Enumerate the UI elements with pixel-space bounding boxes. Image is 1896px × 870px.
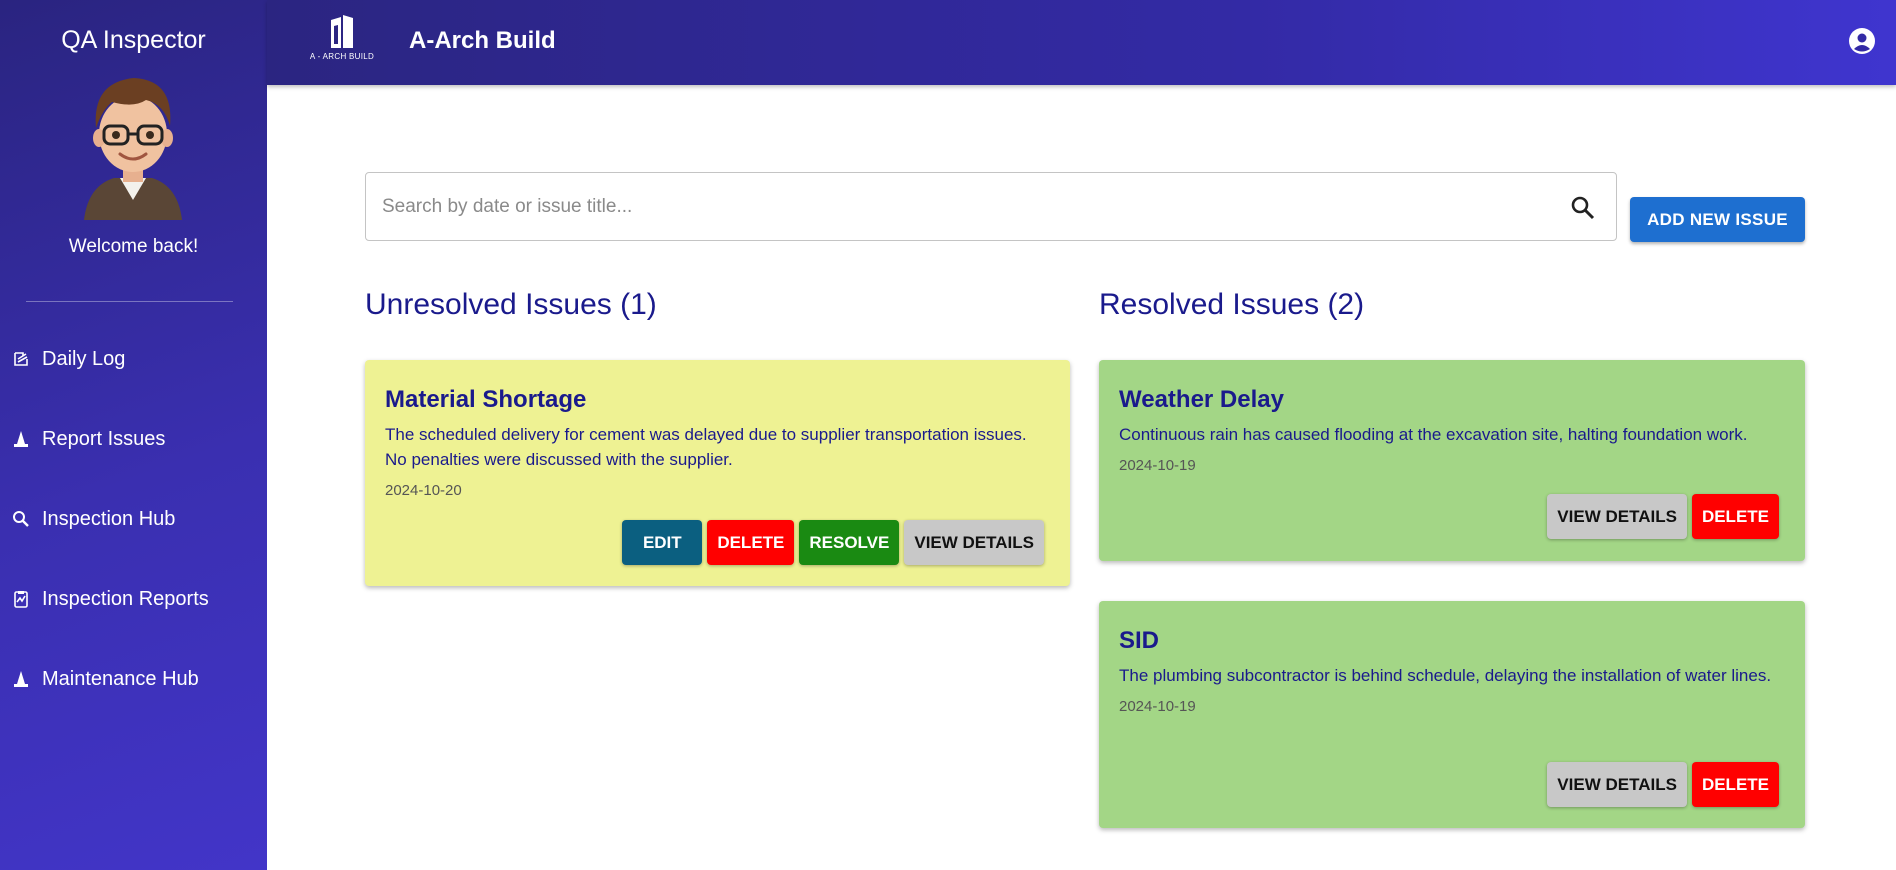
- sidebar-item-label: Inspection Hub: [42, 507, 176, 530]
- issue-description: The plumbing subcontractor is behind sch…: [1119, 666, 1772, 685]
- user-role: QA Inspector: [61, 26, 206, 54]
- issue-date: 2024-10-19: [1119, 457, 1196, 474]
- issue-description: Continuous rain has caused flooding at t…: [1119, 425, 1748, 444]
- view-details-button[interactable]: VIEW DETAILS: [1547, 762, 1687, 807]
- brand-logo[interactable]: A - ARCH BUILD: [307, 14, 377, 64]
- account-circle-icon[interactable]: [1848, 27, 1876, 55]
- sidebar-item-label: Report Issues: [42, 427, 166, 450]
- card-actions: VIEW DETAILS DELETE: [1547, 494, 1779, 539]
- issue-date: 2024-10-20: [385, 482, 462, 499]
- sidebar-item-label: Maintenance Hub: [42, 667, 199, 690]
- issue-card-resolved: SID The plumbing subcontractor is behind…: [1099, 601, 1805, 828]
- sidebar: QA Inspector Welcome back! Daily Log Rep…: [0, 0, 267, 870]
- search-icon[interactable]: [1570, 195, 1596, 221]
- delete-button[interactable]: DELETE: [1691, 494, 1779, 539]
- issue-title: SID: [1119, 627, 1160, 654]
- unresolved-issues-title: Unresolved Issues (1): [365, 288, 657, 321]
- sidebar-divider: [26, 301, 233, 302]
- add-new-issue-button[interactable]: ADD NEW ISSUE: [1630, 197, 1805, 242]
- daily-log-icon: [12, 350, 30, 368]
- sidebar-item-report-issues[interactable]: Report Issues: [12, 422, 165, 456]
- sidebar-item-inspection-hub[interactable]: Inspection Hub: [12, 502, 175, 536]
- issue-card-resolved: Weather Delay Continuous rain has caused…: [1099, 360, 1805, 561]
- sidebar-item-label: Daily Log: [42, 347, 126, 370]
- resolved-issues-title: Resolved Issues (2): [1099, 288, 1365, 321]
- issue-title: Weather Delay: [1119, 386, 1284, 413]
- view-details-button[interactable]: VIEW DETAILS: [904, 520, 1044, 565]
- logo-text: A - ARCH BUILD: [309, 52, 375, 61]
- report-clipboard-icon: [12, 590, 30, 608]
- sidebar-item-daily-log[interactable]: Daily Log: [12, 342, 125, 376]
- issue-date: 2024-10-19: [1119, 698, 1196, 715]
- cone-icon: [12, 430, 30, 448]
- brand-title: A-Arch Build: [409, 27, 556, 54]
- top-app-bar: A - ARCH BUILD A-Arch Build: [267, 0, 1896, 85]
- sidebar-item-maintenance-hub[interactable]: Maintenance Hub: [12, 662, 199, 696]
- issue-card-unresolved: Material Shortage The scheduled delivery…: [365, 360, 1070, 586]
- avatar: [84, 78, 182, 220]
- search-input[interactable]: [382, 173, 1532, 240]
- welcome-text: Welcome back!: [68, 236, 199, 257]
- card-actions: VIEW DETAILS DELETE: [1547, 762, 1779, 807]
- view-details-button[interactable]: VIEW DETAILS: [1547, 494, 1687, 539]
- card-actions: EDIT DELETE RESOLVE VIEW DETAILS: [622, 520, 1044, 565]
- search-magnifier-icon: [12, 510, 30, 528]
- sidebar-item-inspection-reports[interactable]: Inspection Reports: [12, 582, 209, 616]
- sidebar-item-label: Inspection Reports: [42, 587, 209, 610]
- delete-button[interactable]: DELETE: [707, 520, 795, 565]
- edit-button[interactable]: EDIT: [622, 520, 703, 565]
- search-field[interactable]: [365, 172, 1617, 241]
- issue-description: The scheduled delivery for cement was de…: [385, 425, 1027, 469]
- cone-icon: [12, 670, 30, 688]
- resolve-button[interactable]: RESOLVE: [799, 520, 900, 565]
- delete-button[interactable]: DELETE: [1691, 762, 1779, 807]
- issue-title: Material Shortage: [385, 386, 587, 413]
